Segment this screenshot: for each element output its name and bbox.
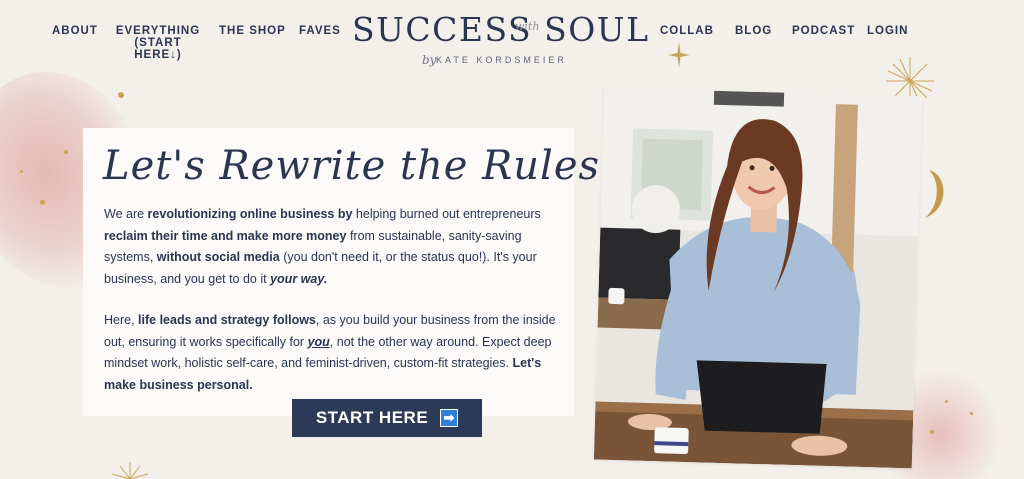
nav-login[interactable]: LOGIN	[867, 25, 908, 37]
nav-everything-line2: (START HERE↓)	[134, 37, 182, 61]
nav-everything[interactable]: EVERYTHING (START HERE↓)	[110, 25, 206, 61]
arrow-right-icon: ➡	[440, 409, 459, 427]
nav-everything-line1: EVERYTHING	[115, 25, 201, 37]
nav-podcast[interactable]: PODCAST	[792, 25, 855, 37]
gold-fleck	[970, 412, 973, 415]
hero-photo	[593, 87, 923, 469]
hero-paragraph-1: We are revolutionizing online business b…	[104, 207, 541, 286]
nav-the-shop[interactable]: THE SHOP	[219, 25, 286, 37]
nav-collab[interactable]: COLLAB	[660, 25, 714, 37]
nav-blog[interactable]: BLOG	[735, 25, 772, 37]
logo-by: by	[422, 53, 437, 67]
nav-faves[interactable]: FAVES	[299, 25, 341, 37]
gold-fleck	[64, 150, 68, 154]
logo-wordmark: SUCCESS SOUL	[352, 10, 650, 49]
gold-fleck	[930, 430, 934, 434]
site-logo[interactable]: SUCCESS SOUL with by KATE KORDSMEIER	[352, 10, 650, 70]
gold-fleck	[945, 400, 948, 403]
portrait-illustration	[593, 87, 923, 469]
sparkle-icon	[668, 42, 690, 68]
nav-about[interactable]: ABOUT	[52, 25, 98, 37]
start-here-label: START HERE	[315, 408, 429, 427]
gold-fleck	[118, 92, 124, 98]
hero-paragraph-2: Here, life leads and strategy follows, a…	[104, 313, 556, 392]
logo-author: KATE KORDSMEIER	[436, 55, 567, 65]
gold-fleck	[20, 170, 23, 173]
gold-fleck	[40, 200, 45, 205]
start-here-button[interactable]: START HERE ➡	[292, 399, 482, 437]
crescent-moon-icon	[925, 170, 944, 218]
starburst-icon	[111, 462, 149, 479]
hero-headline: Let's Rewrite the Rules!	[103, 143, 618, 189]
logo-with: with	[515, 20, 540, 33]
